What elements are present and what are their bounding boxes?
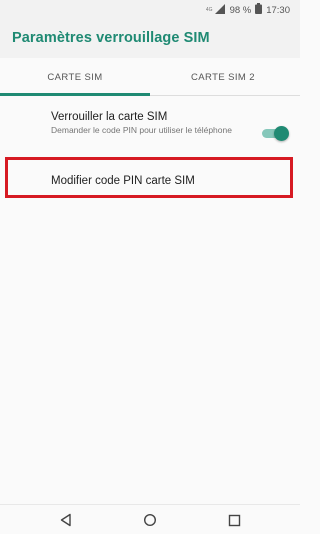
back-icon[interactable] — [57, 511, 75, 529]
network-type: 4G — [205, 7, 213, 13]
status-bar: 4G 98 % 17:30 — [0, 0, 300, 18]
tab-bar: CARTE SIM CARTE SIM 2 — [0, 58, 300, 96]
highlight-annotation — [5, 157, 293, 198]
tab-carte-sim-2[interactable]: CARTE SIM 2 — [148, 58, 298, 96]
tab-selected-indicator — [0, 93, 150, 96]
signal-icon — [214, 3, 226, 17]
lock-sim-title: Verrouiller la carte SIM — [51, 111, 168, 123]
lock-sim-summary: Demander le code PIN pour utiliser le té… — [51, 125, 232, 135]
clock: 17:30 — [266, 4, 290, 16]
lock-sim-setting[interactable]: Verrouiller la carte SIM Demander le cod… — [0, 98, 300, 156]
status-indicators: 4G 98 % 17:30 — [206, 3, 290, 17]
lock-sim-toggle[interactable] — [262, 126, 289, 141]
page-title: Paramètres verrouillage SIM — [12, 30, 210, 46]
home-icon[interactable] — [141, 511, 159, 529]
recents-icon[interactable] — [225, 511, 243, 529]
battery-icon — [255, 3, 263, 17]
tab-carte-sim[interactable]: CARTE SIM — [0, 58, 150, 96]
app-bar: Paramètres verrouillage SIM — [0, 18, 300, 58]
navigation-bar — [0, 504, 300, 534]
toggle-thumb — [274, 126, 289, 141]
battery-percent: 98 % — [229, 4, 252, 16]
